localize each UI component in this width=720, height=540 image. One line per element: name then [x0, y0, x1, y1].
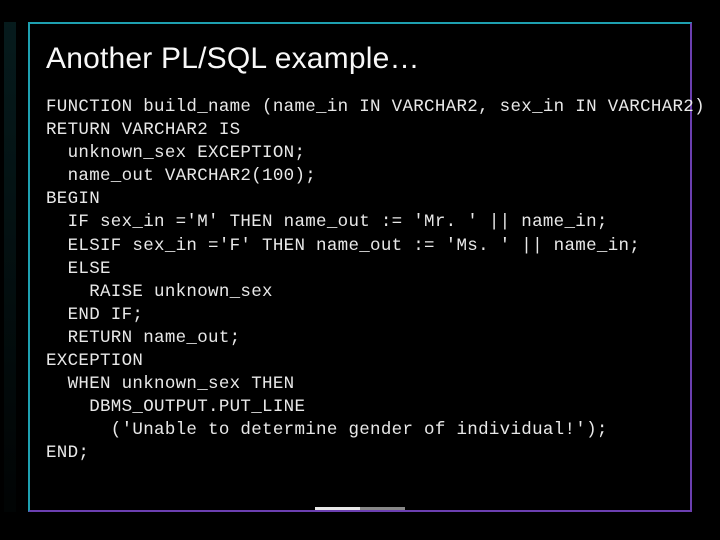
- slide-frame: Another PL/SQL example… FUNCTION build_n…: [28, 22, 692, 512]
- code-line: RETURN name_out;: [46, 328, 240, 348]
- left-accent: [4, 22, 16, 512]
- footer-accent: [315, 507, 405, 510]
- code-line: ELSIF sex_in ='F' THEN name_out := 'Ms. …: [46, 236, 640, 256]
- code-block: FUNCTION build_name (name_in IN VARCHAR2…: [46, 96, 674, 466]
- code-line: FUNCTION build_name (name_in IN VARCHAR2…: [46, 97, 705, 117]
- code-line: END IF;: [46, 305, 143, 325]
- code-line: IF sex_in ='M' THEN name_out := 'Mr. ' |…: [46, 212, 608, 232]
- code-line: unknown_sex EXCEPTION;: [46, 143, 305, 163]
- code-line: RAISE unknown_sex: [46, 282, 273, 302]
- slide-title: Another PL/SQL example…: [46, 42, 674, 76]
- code-line: RETURN VARCHAR2 IS: [46, 120, 240, 140]
- code-line: DBMS_OUTPUT.PUT_LINE: [46, 397, 305, 417]
- code-line: name_out VARCHAR2(100);: [46, 166, 316, 186]
- code-line: WHEN unknown_sex THEN: [46, 374, 294, 394]
- code-line: ELSE: [46, 259, 111, 279]
- code-line: BEGIN: [46, 189, 100, 209]
- code-line: EXCEPTION: [46, 351, 143, 371]
- code-line: END;: [46, 443, 89, 463]
- code-line: ('Unable to determine gender of individu…: [46, 420, 608, 440]
